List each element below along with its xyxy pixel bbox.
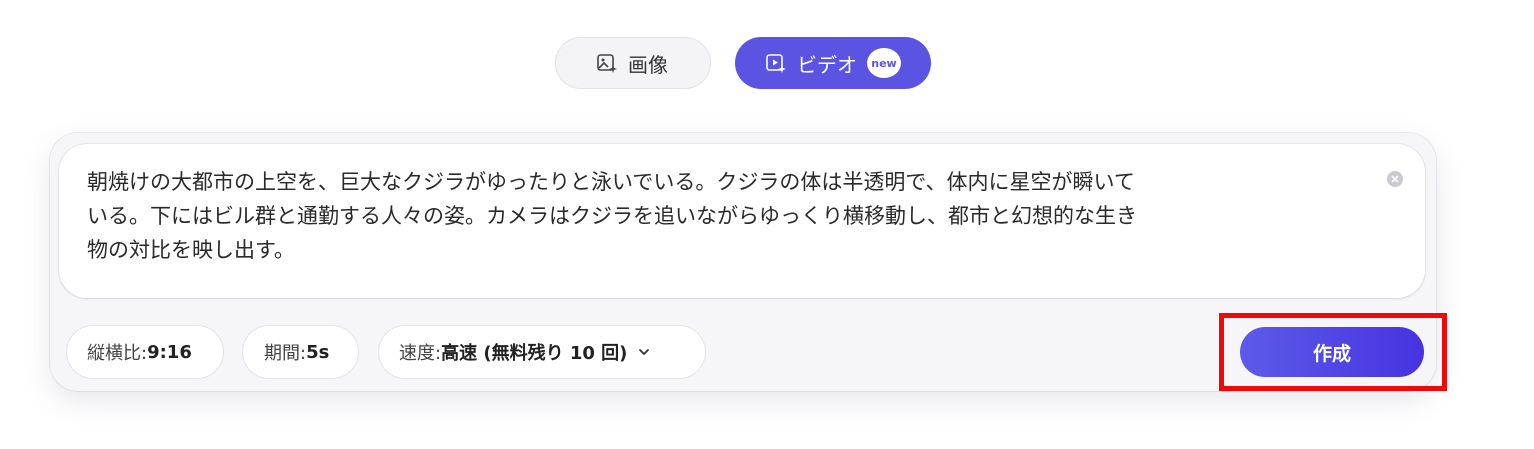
mode-tabs: 画像 ビデオ new	[555, 37, 931, 89]
tab-image-label: 画像	[628, 52, 668, 77]
image-sparkle-icon	[596, 52, 618, 74]
speed-value: 高速 (無料残り 10 回)	[441, 343, 628, 364]
create-button[interactable]: 作成	[1240, 327, 1424, 377]
aspect-ratio-selector[interactable]: 縦横比: 9:16	[66, 325, 224, 379]
duration-label: 期間:	[264, 343, 307, 364]
generation-panel: 朝焼けの大都市の上空を、巨大なクジラがゆったりと泳いでいる。クジラの体は半透明で…	[50, 133, 1436, 391]
prompt-input[interactable]: 朝焼けの大都市の上空を、巨大なクジラがゆったりと泳いでいる。クジラの体は半透明で…	[59, 144, 1425, 298]
prompt-text[interactable]: 朝焼けの大都市の上空を、巨大なクジラがゆったりと泳いでいる。クジラの体は半透明で…	[87, 165, 1347, 267]
tab-image[interactable]: 画像	[555, 37, 711, 89]
aspect-ratio-value: 9:16	[147, 341, 192, 363]
aspect-ratio-label: 縦横比:	[87, 343, 148, 364]
close-circle-icon	[1391, 175, 1399, 183]
video-sparkle-icon	[765, 52, 787, 74]
duration-value: 5s	[306, 341, 330, 363]
new-badge: new	[867, 48, 901, 78]
chevron-down-icon	[637, 345, 651, 359]
speed-label: 速度:	[399, 343, 442, 364]
tab-video-label: ビデオ	[797, 52, 857, 77]
speed-selector[interactable]: 速度: 高速 (無料残り 10 回)	[378, 325, 706, 379]
tab-video[interactable]: ビデオ new	[735, 37, 931, 89]
clear-prompt-button[interactable]	[1387, 171, 1403, 187]
duration-selector[interactable]: 期間: 5s	[242, 325, 359, 379]
